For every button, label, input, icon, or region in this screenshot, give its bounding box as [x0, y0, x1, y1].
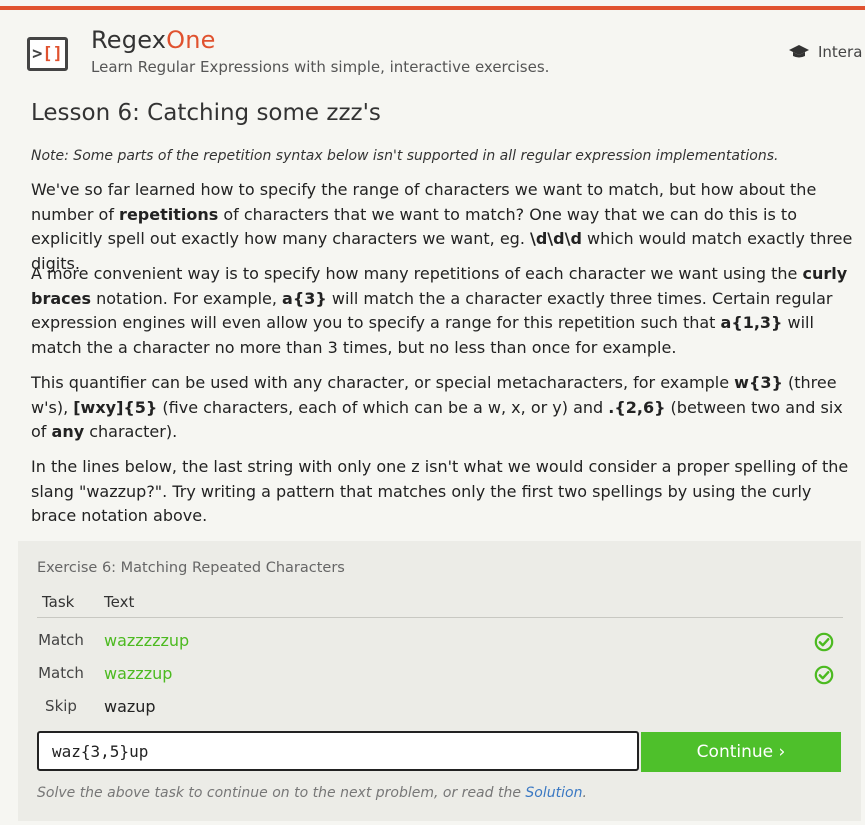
row-text: wazup	[104, 697, 156, 716]
row-task: Match	[38, 664, 84, 682]
table-row: Match wazzzzzup	[18, 627, 861, 657]
regex-input[interactable]	[39, 733, 637, 769]
brand-accent-text: One	[166, 26, 216, 54]
graduation-cap-icon	[789, 45, 809, 58]
regexone-logo-icon[interactable]: >[]	[27, 37, 68, 71]
nav-interactive-tutorial-link[interactable]: Intera	[788, 43, 862, 61]
check-circle-icon	[814, 632, 834, 652]
site-header: >[] RegexOne Learn Regular Expressions w…	[0, 10, 865, 92]
solution-link[interactable]: Solution	[525, 785, 582, 801]
site-brand[interactable]: RegexOne	[91, 26, 216, 54]
logo-brackets: []	[42, 44, 63, 64]
column-header-text: Text	[104, 593, 135, 611]
exercise-title: Exercise 6: Matching Repeated Characters	[37, 560, 345, 576]
brand-main-text: Regex	[91, 26, 167, 54]
row-task: Skip	[45, 697, 77, 715]
lesson-title: Lesson 6: Catching some zzz's	[31, 100, 381, 126]
row-text: wazzzup	[104, 664, 173, 683]
exercise-panel: Exercise 6: Matching Repeated Characters…	[18, 541, 861, 821]
exercise-footer-note: Solve the above task to continue on to t…	[37, 785, 587, 801]
header-divider	[37, 617, 843, 618]
lesson-paragraph-4: In the lines below, the last string with…	[31, 457, 849, 526]
row-task: Match	[38, 631, 84, 649]
site-tagline: Learn Regular Expressions with simple, i…	[91, 58, 550, 76]
continue-button[interactable]: Continue ›	[641, 732, 841, 772]
table-row: Skip wazup	[18, 693, 861, 723]
check-circle-icon	[814, 665, 834, 685]
lesson-note: Note: Some parts of the repetition synta…	[31, 148, 779, 164]
logo-chevron: >	[32, 44, 43, 64]
lesson-paragraph-3: This quantifier can be used with any cha…	[31, 373, 843, 442]
lesson-paragraph-2: A more convenient way is to specify how …	[31, 264, 848, 357]
regex-input-wrapper	[37, 731, 639, 771]
column-header-task: Task	[42, 593, 75, 611]
nav-link-label: Intera	[818, 43, 863, 61]
row-text: wazzzzzup	[104, 631, 190, 650]
table-row: Match wazzzup	[18, 660, 861, 690]
